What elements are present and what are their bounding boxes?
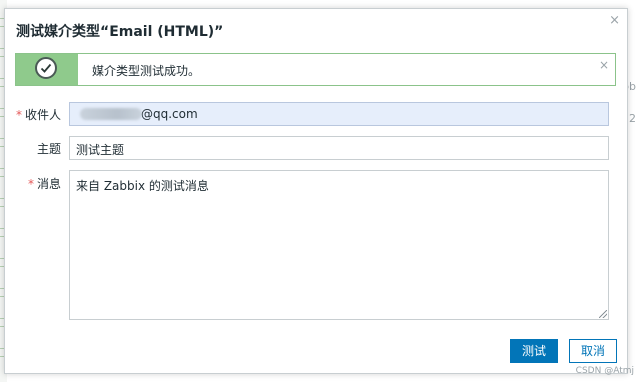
message-close-icon[interactable]: ×	[599, 58, 609, 72]
recipient-value: @qq.com	[141, 107, 198, 121]
message-textarea[interactable]: 来自 Zabbix 的测试消息	[69, 170, 609, 320]
test-media-type-dialog: 测试媒介类型“Email (HTML)” × 媒介类型测试成功。 × * 收件人 …	[4, 8, 628, 374]
close-icon[interactable]: ×	[609, 13, 620, 28]
check-circle-icon	[35, 57, 57, 79]
dialog-title: 测试媒介类型“Email (HTML)”	[16, 24, 224, 40]
resize-handle-icon[interactable]	[599, 310, 607, 318]
redacted-email-prefix	[80, 108, 142, 120]
message-label: * 消息	[11, 175, 61, 192]
cancel-button[interactable]: 取消	[569, 339, 617, 363]
success-message-text: 媒介类型测试成功。	[92, 64, 201, 78]
required-mark: *	[27, 177, 34, 191]
subject-label: 主题	[36, 142, 61, 156]
subject-input[interactable]: 测试主题	[69, 136, 609, 160]
recipient-input[interactable]: @qq.com	[69, 102, 609, 126]
recipient-label-text: 收件人	[24, 108, 61, 122]
success-icon-area	[16, 54, 78, 85]
message-label-text: 消息	[36, 177, 61, 191]
test-button[interactable]: 测试	[510, 339, 558, 363]
success-message: 媒介类型测试成功。 ×	[15, 53, 616, 86]
watermark: CSDN @Atmj	[575, 366, 634, 376]
required-mark: *	[15, 108, 22, 122]
message-value: 来自 Zabbix 的测试消息	[76, 179, 209, 193]
recipient-label: * 收件人	[11, 106, 61, 123]
